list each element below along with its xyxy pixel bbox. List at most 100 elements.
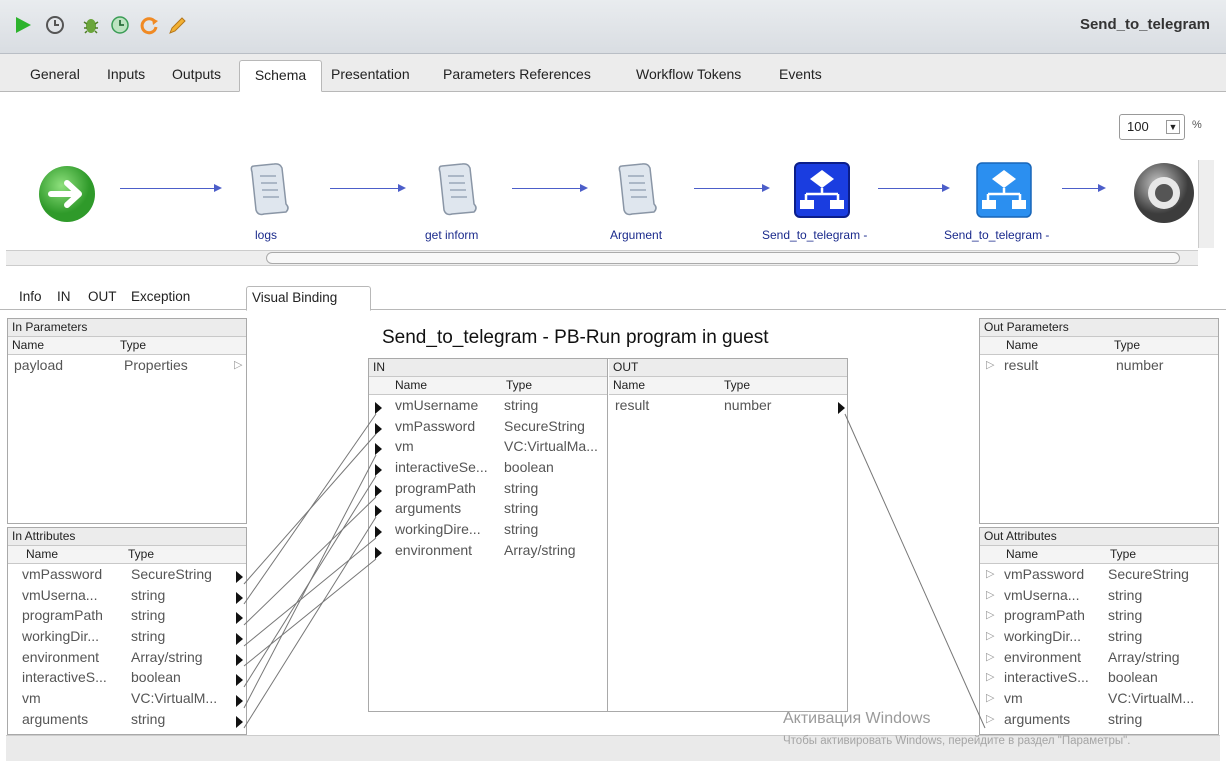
table-row[interactable]: vm VC:VirtualMa... xyxy=(369,436,607,457)
table-row[interactable]: environment Array/string xyxy=(369,540,607,561)
out-parameters-panel: Out Parameters Name Type ▷ result number xyxy=(979,318,1219,524)
unbound-port-icon[interactable]: ▷ xyxy=(986,688,994,708)
table-row[interactable]: workingDir... string xyxy=(8,626,246,647)
activation-watermark-text: Чтобы активировать Windows, перейдите в … xyxy=(783,735,1131,747)
table-row[interactable]: ▷ interactiveS... boolean xyxy=(980,667,1218,688)
edit-icon[interactable] xyxy=(166,14,188,36)
unbound-port-icon[interactable]: ▷ xyxy=(986,585,994,605)
vertical-scrollbar[interactable] xyxy=(1198,160,1214,248)
chevron-down-icon[interactable]: ▼ xyxy=(1166,120,1180,134)
tab-general[interactable]: General xyxy=(24,60,86,92)
out-attributes-panel: Out Attributes Name Type ▷ vmPassword Secu… xyxy=(979,527,1219,735)
main-tab-bar: General Inputs Outputs Schema Presentati… xyxy=(0,54,1226,92)
tab-out[interactable]: OUT xyxy=(83,286,122,311)
panel-title: Out Parameters xyxy=(980,319,1218,337)
table-row[interactable]: vmUsername string xyxy=(369,395,607,416)
debug-icon[interactable] xyxy=(80,14,102,36)
unbound-port-icon[interactable]: ▷ xyxy=(986,709,994,729)
table-row[interactable]: programPath string xyxy=(8,605,246,626)
end-node-icon[interactable] xyxy=(1132,161,1196,225)
column-header: Name Type xyxy=(980,546,1218,564)
schema-canvas[interactable] xyxy=(0,92,1226,272)
tab-visual-binding[interactable]: Visual Binding xyxy=(246,286,371,311)
schedule-icon[interactable] xyxy=(109,14,131,36)
title-bar: Send_to_telegram xyxy=(0,0,1226,54)
table-row[interactable]: programPath string xyxy=(369,478,607,499)
table-row[interactable]: vm VC:VirtualM... xyxy=(8,688,246,709)
tab-events[interactable]: Events xyxy=(773,60,828,92)
unbound-port-icon[interactable]: ▷ xyxy=(986,647,994,667)
flow-arrow xyxy=(512,184,588,192)
section-title: OUT xyxy=(609,359,847,377)
table-row[interactable]: ▷ arguments string xyxy=(980,709,1218,730)
bound-port-icon[interactable] xyxy=(375,544,382,564)
script-node-icon[interactable] xyxy=(434,160,480,218)
element-in-section: IN Name Type vmUsername string vmPassword… xyxy=(369,359,608,711)
activation-watermark-title: Активация Windows xyxy=(783,710,931,727)
workflow-node-icon[interactable] xyxy=(976,162,1032,218)
table-row[interactable]: vmPassword SecureString xyxy=(8,564,246,585)
horizontal-scrollbar[interactable] xyxy=(6,250,1198,266)
tab-workflow-tokens[interactable]: Workflow Tokens xyxy=(630,60,747,92)
workflow-node-icon[interactable] xyxy=(794,162,850,218)
table-row[interactable]: environment Array/string xyxy=(8,647,246,668)
script-node-icon[interactable] xyxy=(614,160,660,218)
table-row[interactable]: ▷ vmPassword SecureString xyxy=(980,564,1218,585)
binding-line xyxy=(243,475,377,688)
node-label-logs: logs xyxy=(255,228,278,242)
tab-presentation[interactable]: Presentation xyxy=(325,60,416,92)
binding-line xyxy=(243,537,377,647)
unbound-port-icon[interactable]: ▷ xyxy=(234,355,242,375)
unbound-port-icon[interactable]: ▷ xyxy=(986,667,994,687)
table-row[interactable]: ▷ vmUserna... string xyxy=(980,585,1218,606)
node-label-send-to-telegram-2: Send_to_telegram - xyxy=(944,228,1050,242)
unbound-port-icon[interactable]: ▷ xyxy=(986,355,994,375)
scrollbar-thumb[interactable] xyxy=(266,252,1180,264)
table-row[interactable]: interactiveS... boolean xyxy=(8,667,246,688)
table-row[interactable]: arguments string xyxy=(8,709,246,730)
table-row[interactable]: arguments string xyxy=(369,498,607,519)
tab-inputs[interactable]: Inputs xyxy=(101,60,151,92)
binding-line xyxy=(243,558,377,667)
table-row[interactable]: ▷ programPath string xyxy=(980,605,1218,626)
column-header: Name Type xyxy=(8,337,246,355)
binding-title: Send_to_telegram - PB-Run program in gue… xyxy=(382,327,769,348)
binding-line xyxy=(844,413,986,729)
table-row[interactable]: ▷ environment Array/string xyxy=(980,647,1218,668)
flow-arrow xyxy=(1062,184,1106,192)
table-row[interactable]: ▷ workingDir... string xyxy=(980,626,1218,647)
unbound-port-icon[interactable]: ▷ xyxy=(986,564,994,584)
table-row[interactable]: vmPassword SecureString xyxy=(369,416,607,437)
script-node-icon[interactable] xyxy=(246,160,292,218)
history-icon[interactable] xyxy=(44,14,66,36)
section-title: IN xyxy=(369,359,607,377)
tab-outputs[interactable]: Outputs xyxy=(166,60,227,92)
table-row[interactable]: payload Properties ▷ xyxy=(8,355,246,376)
sub-tab-bar: Info IN OUT Exception Visual Binding xyxy=(0,282,1226,311)
zoom-select[interactable]: 100 ▼ xyxy=(1119,114,1185,140)
start-node-icon[interactable] xyxy=(37,164,97,224)
workflow-element-box: IN Name Type vmUsername string vmPassword… xyxy=(368,358,848,712)
tab-in[interactable]: IN xyxy=(52,286,76,311)
table-row[interactable]: ▷ vm VC:VirtualM... xyxy=(980,688,1218,709)
tab-schema[interactable]: Schema xyxy=(239,60,322,92)
unbound-port-icon[interactable]: ▷ xyxy=(986,605,994,625)
unbound-port-icon[interactable]: ▷ xyxy=(986,626,994,646)
refresh-icon[interactable] xyxy=(138,14,160,36)
table-row[interactable]: ▷ result number xyxy=(980,355,1218,376)
zoom-value: 100 xyxy=(1127,119,1149,134)
tab-parameters-references[interactable]: Parameters References xyxy=(437,60,597,92)
zoom-unit: % xyxy=(1192,119,1202,131)
bound-port-icon[interactable] xyxy=(838,399,845,419)
node-label-send-to-telegram-1: Send_to_telegram - xyxy=(762,228,868,242)
table-row[interactable]: vmUserna... string xyxy=(8,585,246,606)
table-row[interactable]: workingDire... string xyxy=(369,519,607,540)
tab-info[interactable]: Info xyxy=(14,286,47,311)
run-icon[interactable] xyxy=(12,14,34,36)
bound-port-icon[interactable] xyxy=(236,713,243,733)
panel-title: Out Attributes xyxy=(980,528,1218,546)
tab-exception[interactable]: Exception xyxy=(126,286,195,311)
table-row[interactable]: interactiveSe... boolean xyxy=(369,457,607,478)
flow-arrow xyxy=(120,184,222,192)
table-row[interactable]: result number xyxy=(609,395,847,419)
